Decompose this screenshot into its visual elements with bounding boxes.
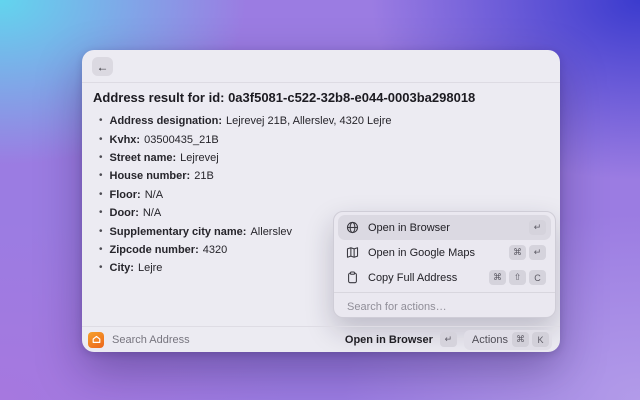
action-item-open-in-google-maps[interactable]: Open in Google Maps ⌘ ↵ [338, 240, 551, 265]
address-field-row: • House number21B [93, 167, 546, 185]
bullet-icon: • [99, 243, 103, 255]
footer-bar: Search Address Open in Browser ↵ Actions… [82, 326, 560, 352]
actions-menu-button[interactable]: Actions ⌘ K [463, 329, 552, 350]
field-label: Zipcode number [110, 244, 199, 256]
bullet-icon: • [99, 115, 103, 127]
home-icon [88, 331, 104, 348]
actions-menu-label: Actions [471, 333, 508, 346]
back-button[interactable]: ← [92, 57, 113, 76]
key-badge: ⇧ [509, 270, 526, 285]
window-header: ← [82, 50, 560, 83]
key-badge-return: ↵ [439, 332, 457, 347]
bullet-icon: • [99, 151, 103, 163]
key-badge: K [532, 332, 549, 347]
key-badge: ⌘ [509, 245, 526, 260]
address-field-row: • FloorN/A [93, 186, 546, 204]
field-value: Lejrevej 21B, Allerslev, 4320 Lejre [225, 115, 392, 128]
field-value: 21B [194, 170, 214, 183]
desktop-background: ← Address result for id: 0a3f5081-c522-3… [0, 0, 640, 400]
key-badge: ⌘ [512, 332, 529, 347]
field-value: 4320 [202, 243, 228, 256]
field-label: Street name [110, 152, 177, 164]
action-search-row [338, 293, 551, 320]
bullet-icon: • [99, 188, 103, 200]
action-item-copy-full-address[interactable]: Copy Full Address ⌘ ⇧ C [338, 265, 551, 290]
primary-action-button[interactable]: Open in Browser [345, 334, 433, 346]
key-badge: C [529, 270, 546, 285]
action-item-label: Open in Browser [368, 221, 450, 234]
map-icon [346, 246, 359, 259]
field-label: Floor [110, 189, 141, 201]
field-label: Door [110, 207, 139, 219]
bullet-icon: • [99, 170, 103, 182]
field-value: 03500435_21B [144, 133, 219, 146]
field-label: Supplementary city name [110, 226, 247, 238]
field-label: City [110, 262, 134, 274]
field-value: N/A [142, 207, 162, 220]
bullet-icon: • [99, 262, 103, 274]
address-field-row: • Address designationLejrevej 21B, Allers… [93, 112, 546, 130]
action-item-shortcut: ↵ [529, 220, 546, 235]
back-arrow-icon: ← [96, 59, 109, 74]
actions-menu-keys: ⌘ K [512, 332, 549, 347]
action-item-open-in-browser[interactable]: Open in Browser ↵ [338, 215, 551, 240]
globe-icon [346, 221, 359, 234]
field-label: Kvhx [110, 134, 141, 146]
launcher-window: ← Address result for id: 0a3f5081-c522-3… [82, 50, 560, 352]
bullet-icon: • [99, 207, 103, 219]
actions-list: Open in Browser ↵ Open in Google Maps ⌘ ↵ Cop… [338, 215, 551, 290]
actions-panel: Open in Browser ↵ Open in Google Maps ⌘ ↵ Cop… [333, 211, 556, 320]
address-field-row: • Kvhx03500435_21B [93, 130, 546, 148]
page-title: Address result for id: 0a3f5081-c522-32b… [93, 90, 476, 105]
action-item-shortcut: ⌘ ⇧ C [489, 270, 546, 285]
bullet-icon: • [99, 225, 103, 237]
field-value: Lejre [137, 262, 163, 275]
key-badge: ↵ [529, 245, 546, 260]
key-badge: ↵ [529, 220, 546, 235]
command-name-label: Search Address [112, 333, 190, 346]
footer-actions: Open in Browser ↵ Actions ⌘ K [345, 329, 552, 350]
field-value: Lejrevej [180, 151, 219, 164]
action-item-shortcut: ⌘ ↵ [509, 245, 546, 260]
field-label: House number [110, 170, 191, 182]
field-label: Address designation [110, 115, 222, 127]
field-value: N/A [144, 188, 164, 201]
address-field-row: • Street nameLejrevej [93, 149, 546, 167]
action-item-label: Copy Full Address [368, 271, 458, 284]
action-item-label: Open in Google Maps [368, 246, 476, 259]
clipboard-icon [346, 271, 359, 284]
action-search-input[interactable] [338, 293, 551, 320]
field-value: Allerslev [250, 225, 293, 238]
key-badge: ⌘ [489, 270, 506, 285]
bullet-icon: • [99, 133, 103, 145]
